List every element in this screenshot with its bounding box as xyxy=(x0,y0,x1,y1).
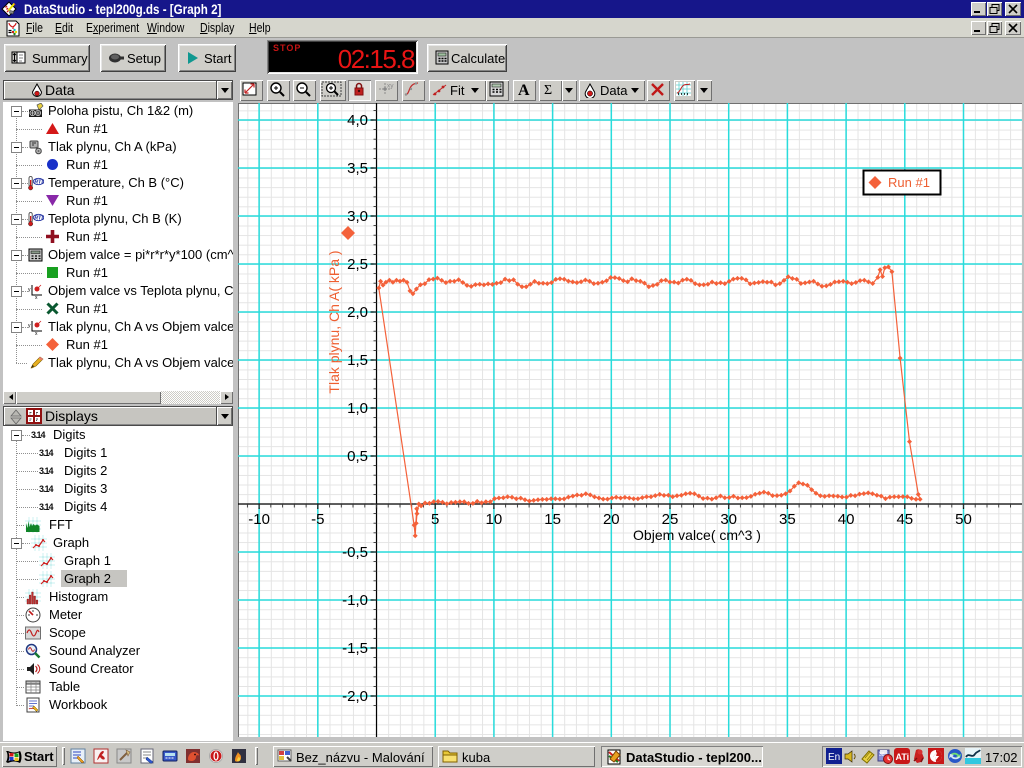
svg-text:Run #1: Run #1 xyxy=(888,175,930,190)
svg-text:3.14: 3.14 xyxy=(39,484,54,494)
svg-text:35: 35 xyxy=(779,511,796,528)
svg-text:Tlak plynu, Ch A( kPa ): Tlak plynu, Ch A( kPa ) xyxy=(326,250,342,393)
svg-text:15: 15 xyxy=(544,511,561,528)
svg-text:-2,0: -2,0 xyxy=(342,688,368,705)
svg-text:-10: -10 xyxy=(248,511,270,528)
svg-text:RTD: RTD xyxy=(34,180,44,186)
svg-text:3.14: 3.14 xyxy=(39,502,54,512)
svg-text:4,0: 4,0 xyxy=(347,112,368,129)
svg-text:0,5: 0,5 xyxy=(347,448,368,465)
svg-text:50: 50 xyxy=(955,511,972,528)
svg-text:5: 5 xyxy=(431,511,439,528)
svg-text:3.14: 3.14 xyxy=(31,430,46,440)
svg-text:3.14: 3.14 xyxy=(39,466,54,476)
svg-text:-5: -5 xyxy=(311,511,324,528)
svg-text:xy: xy xyxy=(387,83,394,90)
svg-text:45: 45 xyxy=(896,511,913,528)
svg-text:1,0: 1,0 xyxy=(347,400,368,417)
svg-text:A: A xyxy=(518,82,530,99)
svg-text:RTD: RTD xyxy=(34,216,44,222)
svg-text:25: 25 xyxy=(662,511,679,528)
svg-text:20: 20 xyxy=(603,511,620,528)
svg-text:-0,5: -0,5 xyxy=(342,544,368,561)
svg-text:ATi: ATi xyxy=(896,752,910,762)
svg-text:30: 30 xyxy=(720,511,737,528)
svg-text:y: y xyxy=(28,287,31,293)
svg-text:-1,5: -1,5 xyxy=(342,640,368,657)
svg-text:10: 10 xyxy=(486,511,503,528)
svg-text:x: x xyxy=(35,331,38,335)
svg-text:40: 40 xyxy=(838,511,855,528)
svg-text:3.14: 3.14 xyxy=(39,448,54,458)
svg-text:-1,0: -1,0 xyxy=(342,592,368,609)
svg-text:3,5: 3,5 xyxy=(347,160,368,177)
svg-text:Σ: Σ xyxy=(544,83,552,98)
svg-text:1,5: 1,5 xyxy=(347,352,368,369)
svg-text:3,0: 3,0 xyxy=(347,208,368,225)
svg-text:2,5: 2,5 xyxy=(347,256,368,273)
svg-text:x: x xyxy=(35,295,38,299)
svg-text:y: y xyxy=(28,323,31,329)
svg-text:Objem valce( cm^3 ): Objem valce( cm^3 ) xyxy=(633,527,761,543)
svg-text:En: En xyxy=(828,752,840,763)
svg-text:2,0: 2,0 xyxy=(347,304,368,321)
